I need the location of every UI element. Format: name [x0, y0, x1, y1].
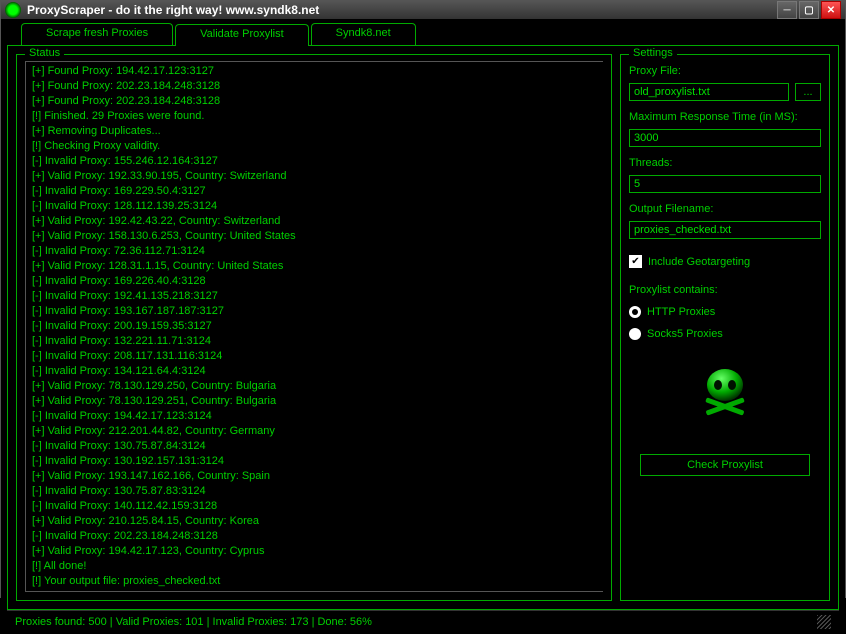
- log-line: [-] Invalid Proxy: 193.167.187.187:3127: [32, 304, 597, 319]
- log-line: [+] Valid Proxy: 192.33.90.195, Country:…: [32, 169, 597, 184]
- skull-logo-icon: [690, 360, 760, 430]
- log-line: [+] Valid Proxy: 193.147.162.166, Countr…: [32, 469, 597, 484]
- log-line: [!] Finished. 29 Proxies were found.: [32, 109, 597, 124]
- log-line: [-] Invalid Proxy: 155.246.12.164:3127: [32, 154, 597, 169]
- log-line: [+] Valid Proxy: 192.42.43.22, Country: …: [32, 214, 597, 229]
- log-line: [-] Invalid Proxy: 194.42.17.123:3124: [32, 409, 597, 424]
- max-response-input[interactable]: [629, 129, 821, 147]
- settings-legend: Settings: [629, 47, 677, 59]
- log-line: [-] Invalid Proxy: 169.226.40.4:3128: [32, 274, 597, 289]
- log-line: [-] Invalid Proxy: 130.75.87.83:3124: [32, 484, 597, 499]
- radio-http[interactable]: [629, 306, 641, 318]
- tab-syndk8[interactable]: Syndk8.net: [311, 23, 416, 45]
- log-line: [-] Invalid Proxy: 72.36.112.71:3124: [32, 244, 597, 259]
- window-title: ProxyScraper - do it the right way! www.…: [27, 3, 777, 17]
- log-line: [-] Invalid Proxy: 202.23.184.248:3128: [32, 529, 597, 544]
- browse-button[interactable]: ...: [795, 83, 821, 101]
- log-line: [-] Invalid Proxy: 128.112.139.25:3124: [32, 199, 597, 214]
- titlebar[interactable]: ProxyScraper - do it the right way! www.…: [1, 1, 845, 19]
- log-line: [+] Found Proxy: 194.42.17.123:3127: [32, 64, 597, 79]
- status-box: Status [+] Found Proxy: 194.42.17.123:31…: [16, 54, 612, 601]
- log-line: [!] Your output file: proxies_checked.tx…: [32, 574, 597, 589]
- log-line: [-] Invalid Proxy: 134.121.64.4:3124: [32, 364, 597, 379]
- minimize-button[interactable]: ─: [777, 1, 797, 19]
- status-log[interactable]: [+] Found Proxy: 194.42.17.123:3127[+] F…: [25, 61, 603, 592]
- log-line: [+] Removing Duplicates...: [32, 124, 597, 139]
- log-line: [+] Found Proxy: 202.23.184.248:3128: [32, 94, 597, 109]
- threads-label: Threads:: [629, 157, 821, 169]
- radio-http-label: HTTP Proxies: [647, 306, 715, 318]
- log-line: [+] Valid Proxy: 128.31.1.15, Country: U…: [32, 259, 597, 274]
- log-line: [+] Valid Proxy: 158.130.6.253, Country:…: [32, 229, 597, 244]
- proxy-file-label: Proxy File:: [629, 65, 821, 77]
- content-area: Scrape fresh Proxies Validate Proxylist …: [1, 19, 845, 634]
- output-input[interactable]: [629, 221, 821, 239]
- log-line: [!] Checking Proxy validity.: [32, 139, 597, 154]
- log-line: [+] Valid Proxy: 78.130.129.251, Country…: [32, 394, 597, 409]
- tab-scrape[interactable]: Scrape fresh Proxies: [21, 23, 173, 45]
- log-line: [-] Invalid Proxy: 140.112.42.159:3128: [32, 499, 597, 514]
- status-legend: Status: [25, 47, 64, 59]
- log-line: [+] Valid Proxy: 212.201.44.82, Country:…: [32, 424, 597, 439]
- log-line: [+] Valid Proxy: 78.130.129.250, Country…: [32, 379, 597, 394]
- app-window: ProxyScraper - do it the right way! www.…: [0, 0, 846, 598]
- settings-box: Settings Proxy File: ... Maximum Respons…: [620, 54, 830, 601]
- log-line: [+] Valid Proxy: 210.125.84.15, Country:…: [32, 514, 597, 529]
- resize-grip[interactable]: [817, 615, 831, 629]
- max-response-label: Maximum Response Time (in MS):: [629, 111, 821, 123]
- log-line: [-] Invalid Proxy: 132.221.11.71:3124: [32, 334, 597, 349]
- threads-input[interactable]: [629, 175, 821, 193]
- log-line: [-] Invalid Proxy: 208.117.131.116:3124: [32, 349, 597, 364]
- maximize-button[interactable]: ▢: [799, 1, 819, 19]
- status-bar: Proxies found: 500 | Valid Proxies: 101 …: [7, 610, 839, 632]
- log-line: [-] Invalid Proxy: 200.19.159.35:3127: [32, 319, 597, 334]
- radio-socks[interactable]: [629, 328, 641, 340]
- log-line: [!] All done!: [32, 559, 597, 574]
- log-line: [+] Found Proxy: 202.23.184.248:3128: [32, 79, 597, 94]
- tab-validate[interactable]: Validate Proxylist: [175, 24, 309, 46]
- contains-label: Proxylist contains:: [629, 284, 821, 296]
- app-icon: [5, 2, 21, 18]
- close-button[interactable]: ✕: [821, 1, 841, 19]
- output-label: Output Filename:: [629, 203, 821, 215]
- tab-body: Status [+] Found Proxy: 194.42.17.123:31…: [7, 45, 839, 610]
- radio-socks-label: Socks5 Proxies: [647, 328, 723, 340]
- log-line: [-] Invalid Proxy: 192.41.135.218:3127: [32, 289, 597, 304]
- status-bar-text: Proxies found: 500 | Valid Proxies: 101 …: [15, 616, 372, 628]
- check-proxylist-button[interactable]: Check Proxylist: [640, 454, 810, 476]
- tab-bar: Scrape fresh Proxies Validate Proxylist …: [7, 23, 839, 45]
- log-line: [-] Invalid Proxy: 130.192.157.131:3124: [32, 454, 597, 469]
- log-line: [-] Invalid Proxy: 130.75.87.84:3124: [32, 439, 597, 454]
- geo-label: Include Geotargeting: [648, 256, 750, 268]
- proxy-file-input[interactable]: [629, 83, 789, 101]
- log-line: [-] Invalid Proxy: 169.229.50.4:3127: [32, 184, 597, 199]
- geo-checkbox[interactable]: ✔: [629, 255, 642, 268]
- log-line: [+] Valid Proxy: 194.42.17.123, Country:…: [32, 544, 597, 559]
